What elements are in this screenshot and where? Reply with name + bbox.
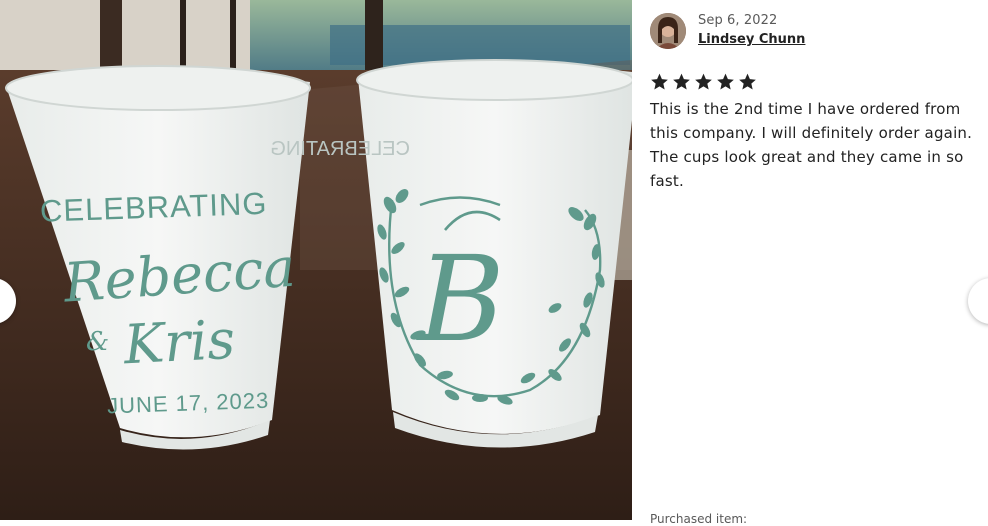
- review-text: This is the 2nd time I have ordered from…: [650, 100, 973, 190]
- review-panel: Sep 6, 2022 Lindsey Chunn This is the 2n…: [632, 0, 988, 526]
- reviewer-name-link[interactable]: Lindsey Chunn: [698, 32, 805, 47]
- chevron-right-icon: [984, 294, 988, 308]
- cup-monogram: B: [416, 230, 505, 368]
- avatar[interactable]: [650, 13, 686, 49]
- cup-text-name2: Kris: [121, 308, 236, 377]
- star-rating: [649, 72, 758, 92]
- star-icon: [651, 73, 668, 90]
- avatar-image: [650, 13, 686, 49]
- review-photo: CELEBRATING Rebecca & Kris JUNE 17, 2023…: [0, 0, 632, 520]
- star-icon: [717, 73, 734, 90]
- review-photo-image: CELEBRATING Rebecca & Kris JUNE 17, 2023…: [0, 0, 632, 520]
- star-icon: [673, 73, 690, 90]
- purchased-item-label: Purchased item:: [650, 512, 748, 526]
- cup-text-mirror: CELEBRATING: [270, 138, 410, 160]
- star-icon: [695, 73, 712, 90]
- star-icon: [739, 73, 756, 90]
- review-date: Sep 6, 2022: [698, 13, 778, 28]
- cup-text-amp: &: [86, 327, 109, 357]
